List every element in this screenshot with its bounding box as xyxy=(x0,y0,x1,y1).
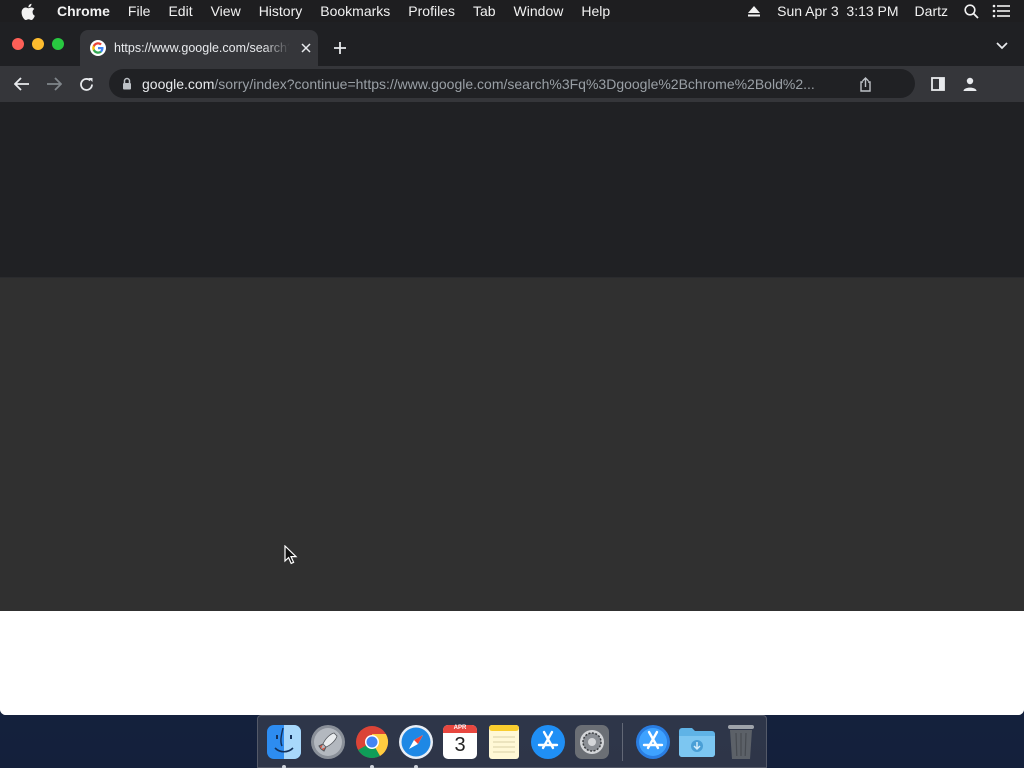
dock-notes-icon[interactable] xyxy=(484,722,524,762)
mouse-cursor-icon xyxy=(284,545,298,565)
lock-icon[interactable] xyxy=(121,77,133,91)
side-panel-icon[interactable] xyxy=(926,72,950,96)
tab-google-search[interactable]: https://www.google.com/search?q=google+c… xyxy=(80,30,318,66)
dock-calendar-icon[interactable]: APR 3 xyxy=(440,722,480,762)
menu-history[interactable]: History xyxy=(250,0,312,22)
menu-app-chrome[interactable]: Chrome xyxy=(52,0,119,22)
browser-toolbar: google.com/sorry/index?continue=https://… xyxy=(0,66,1024,102)
menu-bookmarks[interactable]: Bookmarks xyxy=(311,0,399,22)
menu-edit[interactable]: Edit xyxy=(159,0,201,22)
dock: APR 3 xyxy=(257,715,767,768)
url-path: /sorry/index?continue=https://www.google… xyxy=(214,75,815,92)
dock-safari-icon[interactable] xyxy=(396,722,436,768)
back-arrow-icon[interactable] xyxy=(10,72,34,96)
menu-bar: Chrome File Edit View History Bookmarks … xyxy=(0,0,1024,22)
dock-system-preferences-icon[interactable] xyxy=(572,722,612,762)
address-url[interactable]: google.com/sorry/index?continue=https://… xyxy=(142,76,847,92)
calendar-day: 3 xyxy=(454,733,466,756)
tab-close-icon[interactable] xyxy=(298,40,314,56)
page-content[interactable] xyxy=(0,102,1024,715)
google-g-icon xyxy=(90,40,106,56)
window-zoom-button[interactable] xyxy=(52,38,64,50)
menu-profiles[interactable]: Profiles xyxy=(399,0,464,22)
running-indicator xyxy=(282,764,286,768)
window-close-button[interactable] xyxy=(12,38,24,50)
dock-chrome-icon[interactable] xyxy=(352,722,392,768)
running-indicator xyxy=(370,764,374,768)
eject-icon[interactable] xyxy=(743,0,765,22)
calendar-month: APR xyxy=(453,724,467,731)
forward-arrow-icon[interactable] xyxy=(42,72,66,96)
address-bar[interactable]: google.com/sorry/index?continue=https://… xyxy=(109,69,915,98)
menu-window[interactable]: Window xyxy=(505,0,573,22)
chrome-window: https://www.google.com/search?q=google+c… xyxy=(0,22,1024,715)
url-host: google.com xyxy=(142,75,215,92)
dock-finder-icon[interactable] xyxy=(264,722,304,768)
tab-title: https://www.google.com/search?q=google+c… xyxy=(114,41,290,55)
dock-app-store-icon[interactable] xyxy=(528,722,568,762)
running-indicator xyxy=(414,764,418,768)
menubar-clock[interactable]: Sun Apr 3 3:13 PM xyxy=(769,0,906,22)
tab-search-chevron-icon[interactable] xyxy=(994,38,1010,54)
dock-launchpad-icon[interactable] xyxy=(308,722,348,762)
menu-file[interactable]: File xyxy=(119,0,160,22)
menu-view[interactable]: View xyxy=(202,0,250,22)
dock-downloads-folder-icon[interactable] xyxy=(677,722,717,762)
menubar-user[interactable]: Dartz xyxy=(907,0,956,22)
window-minimize-button[interactable] xyxy=(32,38,44,50)
spotlight-search-icon[interactable] xyxy=(960,0,982,22)
page-middle-band xyxy=(0,278,1024,611)
apple-menu-icon[interactable] xyxy=(18,1,38,21)
menu-help[interactable]: Help xyxy=(572,0,619,22)
profile-avatar-icon[interactable] xyxy=(958,72,982,96)
new-tab-button[interactable] xyxy=(330,38,350,58)
dock-trash-icon[interactable] xyxy=(721,722,761,762)
reload-icon[interactable] xyxy=(74,72,98,96)
control-center-icon[interactable] xyxy=(990,0,1012,22)
page-top-band xyxy=(0,102,1024,278)
share-icon[interactable] xyxy=(857,76,873,92)
dock-app-store-download-icon[interactable] xyxy=(633,722,673,762)
menu-tab[interactable]: Tab xyxy=(464,0,505,22)
dock-separator xyxy=(622,722,623,761)
tab-strip: https://www.google.com/search?q=google+c… xyxy=(0,22,1024,66)
